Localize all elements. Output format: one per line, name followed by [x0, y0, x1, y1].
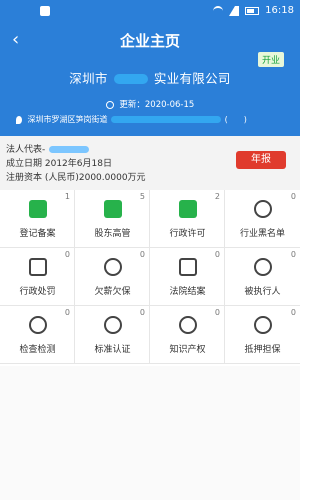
signal-icon	[229, 5, 240, 16]
company-header: ‹ 企业主页 开业 深圳市 实业有限公司 更新：2020-06-15 深圳市罗湖…	[0, 24, 300, 136]
item-label: 欠薪欠保	[94, 287, 131, 297]
clock-icon	[105, 100, 114, 109]
grid-item-penalties[interactable]: 0 行政处罚	[0, 248, 75, 306]
company-name-suffix: 实业有限公司	[153, 71, 231, 86]
ip-icon	[179, 316, 197, 334]
annual-report-button[interactable]: 年报	[236, 151, 286, 169]
item-label: 检查检测	[19, 345, 56, 355]
certified-icon	[104, 316, 122, 334]
address[interactable]: 深圳市罗湖区笋岗街道 ( )	[16, 114, 286, 125]
grid-item-certification[interactable]: 0 标准认证	[75, 306, 150, 364]
wifi-icon	[213, 5, 224, 16]
company-info-panel: 法人代表- 成立日期 2012年6月18日 注册资本 (人民币)2000.000…	[0, 136, 300, 190]
item-count: 0	[64, 308, 70, 317]
legal-rep-label: 法人代表-	[6, 145, 46, 155]
item-count: 0	[139, 308, 145, 317]
item-count: 5	[139, 192, 145, 201]
item-label: 登记备案	[19, 229, 56, 239]
bottom-area	[0, 366, 300, 500]
grid-item-wage-arrears[interactable]: 0 欠薪欠保	[75, 248, 150, 306]
grid-item-inspection[interactable]: 0 检查检测	[0, 306, 75, 364]
item-label: 法院结案	[169, 287, 206, 297]
item-count: 1	[64, 192, 70, 201]
status-time: 16:18	[265, 5, 294, 16]
grid-item-ip[interactable]: 0 知识产权	[150, 306, 225, 364]
feature-grid: 1 登记备案 5 股东高管 2 行政许可 0 行业黑名单 0 行政处罚 0 欠薪…	[0, 190, 300, 366]
company-name: 深圳市 实业有限公司	[0, 68, 300, 87]
item-label: 被执行人	[244, 287, 281, 297]
redaction-mask	[111, 116, 222, 123]
court-icon	[179, 258, 197, 276]
notification-icon	[40, 6, 50, 16]
legal-representative: 法人代表-	[6, 142, 90, 155]
execute-icon	[254, 258, 272, 276]
location-pin-icon	[16, 115, 22, 124]
grid-item-executed[interactable]: 0 被执行人	[225, 248, 300, 306]
item-count: 0	[64, 250, 70, 259]
grid-item-licenses[interactable]: 2 行政许可	[150, 190, 225, 248]
redaction-mask	[49, 146, 90, 153]
status-badge: 开业	[257, 52, 284, 67]
edit-document-icon	[29, 200, 47, 218]
person-block-icon	[254, 200, 272, 218]
company-name-prefix: 深圳市	[69, 71, 108, 86]
mortgage-icon	[254, 316, 272, 334]
item-label: 股东高管	[94, 229, 131, 239]
item-label: 知识产权	[169, 345, 206, 355]
item-count: 0	[139, 250, 145, 259]
founded-date: 成立日期 2012年6月18日	[6, 159, 112, 169]
address-prefix: 深圳市罗湖区笋岗街道	[27, 115, 108, 124]
inspect-icon	[29, 316, 47, 334]
item-label: 行政处罚	[19, 287, 56, 297]
item-count: 2	[214, 192, 220, 201]
item-label: 行业黑名单	[239, 229, 285, 239]
item-count: 0	[290, 250, 296, 259]
redaction-mask	[113, 73, 148, 84]
grid-item-shareholders[interactable]: 5 股东高管	[75, 190, 150, 248]
item-label: 行政许可	[169, 229, 206, 239]
status-bar: 16:18	[0, 0, 300, 24]
item-count: 0	[214, 250, 220, 259]
grid-item-blacklist[interactable]: 0 行业黑名单	[225, 190, 300, 248]
item-count: 0	[290, 192, 296, 201]
people-icon	[104, 200, 122, 218]
license-icon	[179, 200, 197, 218]
item-label: 抵押担保	[244, 345, 281, 355]
address-suffix: ( )	[224, 115, 247, 124]
registered-capital: 注册资本 (人民币)2000.0000万元	[6, 173, 146, 183]
document-penalty-icon	[29, 258, 47, 276]
page-title: 企业主页	[119, 32, 180, 50]
updated-date: 更新：2020-06-15	[119, 100, 195, 110]
battery-icon	[245, 6, 260, 15]
grid-item-mortgage[interactable]: 0 抵押担保	[225, 306, 300, 364]
status-icons: 16:18	[213, 5, 294, 16]
grid-item-court-cases[interactable]: 0 法院结案	[150, 248, 225, 306]
grid-item-registration[interactable]: 1 登记备案	[0, 190, 75, 248]
item-count: 0	[290, 308, 296, 317]
owe-icon	[104, 258, 122, 276]
item-count: 0	[214, 308, 220, 317]
item-label: 标准认证	[94, 345, 131, 355]
update-info: 更新：2020-06-15	[0, 98, 300, 110]
